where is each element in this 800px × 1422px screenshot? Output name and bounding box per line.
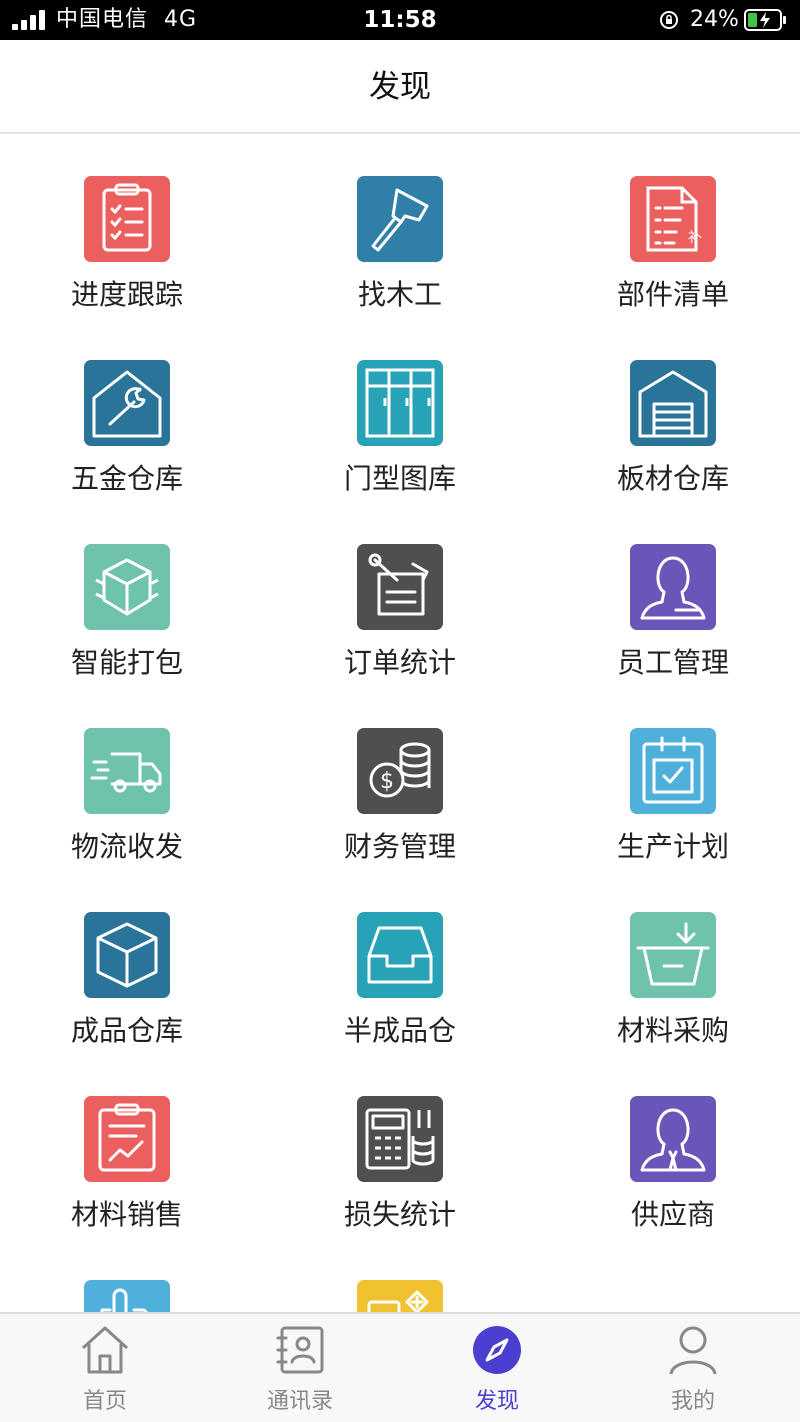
grid-item-finance[interactable]: $ 财务管理 [300,688,500,863]
tab-contacts[interactable]: 通讯录 [200,1314,400,1422]
inbox-tray-icon [357,912,443,998]
grid-item-label: 损失统计 [343,1198,456,1231]
grid-item-label: 智能打包 [70,646,183,679]
contacts-book-icon [276,1326,324,1374]
grid-item-production-plan[interactable]: 生产计划 [573,688,773,863]
clipboard-checklist-icon [84,176,170,262]
door-gallery-icon [357,360,443,446]
grid-item-partial-left[interactable] [27,1240,227,1312]
wrench-house-icon [84,360,170,446]
tab-discover[interactable]: 发现 [397,1314,597,1422]
clip-document-icon [84,1280,170,1312]
parts-list-icon: 补 [630,176,716,262]
coins-icon: $ [357,728,443,814]
grid-item-label: 财务管理 [343,830,456,863]
delivery-truck-icon [84,728,170,814]
rotation-lock-icon [660,11,678,29]
grid-item-partial-middle[interactable] [300,1240,500,1312]
grid-item-material-purchase[interactable]: 材料采购 [573,872,773,1047]
tab-home[interactable]: 首页 [5,1314,205,1422]
sales-chart-icon [84,1096,170,1182]
user-icon [669,1326,717,1375]
grid-item-loss-stats[interactable]: 损失统计 [300,1056,500,1231]
grid-item-parts-list[interactable]: 补 部件清单 [573,136,773,311]
package-box-icon [84,544,170,630]
bottom-tab-bar: 首页 通讯录 发现 我的 [0,1312,800,1422]
grid-item-label: 供应商 [630,1198,715,1231]
feature-grid: 进度跟踪 找木工 补 部件清单 五金仓库 门型图库 板材仓库 智能打包 订单统计… [0,136,800,1312]
grid-item-finished-goods-warehouse[interactable]: 成品仓库 [27,872,227,1047]
grid-item-label: 材料销售 [70,1198,183,1231]
grid-item-employee-mgmt[interactable]: 员工管理 [573,504,773,679]
grid-item-label: 订单统计 [343,646,456,679]
grid-item-label: 五金仓库 [70,462,183,495]
calculator-icon [357,1096,443,1182]
grid-item-door-gallery[interactable]: 门型图库 [300,320,500,495]
grid-item-hardware-warehouse[interactable]: 五金仓库 [27,320,227,495]
grid-item-label: 材料采购 [616,1014,729,1047]
grid-item-label: 门型图库 [343,462,456,495]
grid-item-label: 半成品仓 [343,1014,456,1047]
app-header: 发现 [0,40,800,134]
grid-item-label: 员工管理 [616,646,729,679]
grid-item-order-stats[interactable]: 订单统计 [300,504,500,679]
warehouse-icon [630,360,716,446]
axe-icon [357,176,443,262]
grid-item-label: 成品仓库 [70,1014,183,1047]
svg-text:$: $ [380,769,394,794]
grid-item-semi-finished-warehouse[interactable]: 半成品仓 [300,872,500,1047]
status-time: 11:58 [363,7,437,33]
tab-label: 发现 [474,1389,519,1414]
svg-text:补: 补 [688,230,702,246]
grid-item-board-warehouse[interactable]: 板材仓库 [573,320,773,495]
grid-item-logistics[interactable]: 物流收发 [27,688,227,863]
battery-percentage: 24% [690,7,739,32]
page-title: 发现 [369,69,431,105]
grid-item-supplier[interactable]: 供应商 [573,1056,773,1231]
grid-item-label: 生产计划 [616,830,729,863]
grid-item-label: 板材仓库 [616,462,729,495]
tab-label: 我的 [670,1389,715,1414]
battery-icon [744,9,786,31]
tab-me[interactable]: 我的 [593,1314,793,1422]
grid-item-label: 物流收发 [70,830,183,863]
grid-item-label: 进度跟踪 [70,278,183,311]
grid-item-material-sales[interactable]: 材料销售 [27,1056,227,1231]
grid-item-label: 部件清单 [616,278,729,311]
add-folder-icon [357,1280,443,1312]
compass-icon [473,1326,521,1374]
tab-label: 首页 [82,1389,127,1414]
employee-icon [630,544,716,630]
cube-box-icon [84,912,170,998]
grid-item-progress-tracking[interactable]: 进度跟踪 [27,136,227,311]
grid-item-find-carpenter[interactable]: 找木工 [300,136,500,311]
supplier-person-icon [630,1096,716,1182]
basket-download-icon [630,912,716,998]
status-bar: 中国电信 4G 11:58 24% [0,0,800,40]
calendar-check-icon [630,728,716,814]
grid-item-label: 找木工 [357,278,442,311]
tab-label: 通讯录 [266,1389,333,1414]
grid-item-smart-packing[interactable]: 智能打包 [27,504,227,679]
home-icon [81,1326,129,1374]
order-pin-icon [357,544,443,630]
